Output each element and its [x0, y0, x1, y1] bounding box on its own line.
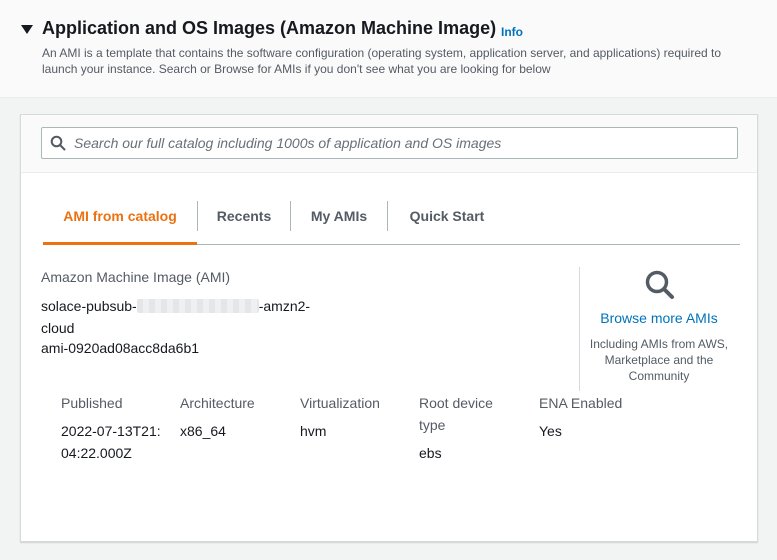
published-value: 2022-07-13T21:04:22.000Z: [61, 423, 161, 461]
published-label: Published: [61, 395, 123, 411]
ami-name-line2: cloud: [41, 320, 75, 336]
tab-recents[interactable]: Recents: [198, 201, 290, 245]
root-device-type-value: ebs: [419, 445, 442, 461]
redacted-block: [136, 299, 259, 313]
browse-subtext: Including AMIs from AWS, Marketplace and…: [589, 337, 729, 383]
ami-tabs: AMI from catalog Recents My AMIs Quick S…: [43, 201, 740, 245]
browse-search-icon[interactable]: [643, 268, 677, 302]
ena-enabled-value: Yes: [539, 423, 562, 439]
ami-panel: AMI from catalog Recents My AMIs Quick S…: [20, 114, 758, 542]
virtualization-value: hvm: [300, 423, 327, 439]
ena-enabled-label: ENA Enabled: [539, 395, 623, 411]
search-icon: [50, 135, 66, 151]
tab-ami-from-catalog[interactable]: AMI from catalog: [43, 201, 197, 245]
root-device-type-label: Root device type: [419, 395, 493, 433]
architecture-label: Architecture: [180, 395, 255, 411]
section-title: Application and OS Images (Amazon Machin…: [42, 18, 497, 38]
ami-name-prefix: solace-pubsub-: [41, 298, 137, 314]
search-input[interactable]: [74, 128, 729, 158]
search-area: [21, 115, 757, 173]
tab-quick-start[interactable]: Quick Start: [388, 201, 506, 245]
architecture-value: x86_64: [180, 423, 226, 439]
vertical-divider: [579, 267, 580, 391]
collapse-caret-icon[interactable]: [21, 25, 33, 34]
section-description: An AMI is a template that contains the s…: [42, 46, 722, 76]
section-header: Application and OS Images (Amazon Machin…: [0, 0, 777, 98]
ami-heading: Amazon Machine Image (AMI): [41, 269, 231, 285]
browse-more-amis-link[interactable]: Browse more AMIs: [587, 310, 731, 326]
info-link[interactable]: Info: [501, 25, 523, 39]
ami-id: ami-0920ad08acc8da6b1: [41, 340, 200, 356]
ami-name: solace-pubsub- -amzn2- cloud: [41, 295, 331, 339]
search-box[interactable]: [41, 127, 738, 159]
virtualization-label: Virtualization: [300, 395, 380, 411]
ami-name-suffix: -amzn2-: [258, 298, 311, 314]
tab-my-amis[interactable]: My AMIs: [291, 201, 387, 245]
